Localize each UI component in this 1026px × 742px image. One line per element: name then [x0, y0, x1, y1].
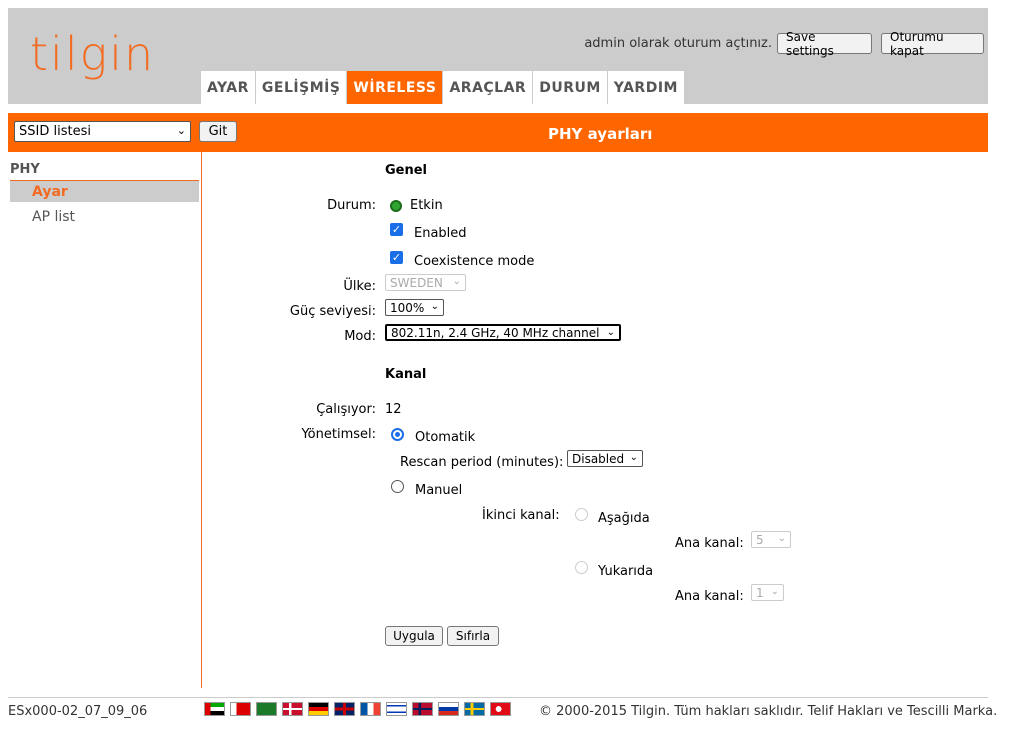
flag-israel-icon[interactable]	[386, 702, 407, 716]
logged-in-text: admin olarak oturum açtınız.	[584, 36, 772, 51]
page-title: PHY ayarları	[548, 125, 653, 143]
flag-russia-icon[interactable]	[438, 702, 459, 716]
firmware-version: ESx000-02_07_09_06	[8, 704, 148, 719]
footer-divider	[8, 697, 988, 698]
above-label: Yukarıda	[598, 564, 654, 579]
flag-norway-icon[interactable]	[412, 702, 433, 716]
ssid-select-value: SSID listesi	[19, 124, 91, 139]
flag-france-icon[interactable]	[360, 702, 381, 716]
flag-bahrain-icon[interactable]	[230, 702, 251, 716]
second-channel-label: İkinci kanal:	[482, 508, 560, 523]
main-channel-below-select: 5 ⌄	[751, 531, 791, 548]
general-heading: Genel	[385, 163, 428, 178]
header: tilgin admin olarak oturum açtınız. Save…	[8, 8, 988, 104]
language-flags	[204, 702, 511, 716]
below-label: Aşağıda	[598, 511, 650, 526]
country-value: SWEDEN	[390, 275, 443, 290]
sidebar-item-ayar[interactable]: Ayar	[10, 180, 199, 202]
power-label: Güç seviyesi:	[289, 304, 376, 319]
power-value: 100%	[390, 300, 425, 315]
mode-label: Mod:	[344, 329, 376, 344]
country-label: Ülke:	[343, 279, 376, 294]
coexistence-label: Coexistence mode	[414, 254, 535, 269]
chevron-down-icon: ⌄	[629, 452, 638, 463]
chevron-down-icon: ⌄	[770, 586, 779, 597]
chevron-down-icon: ⌄	[777, 533, 786, 544]
running-value: 12	[385, 402, 402, 417]
enabled-label: Enabled	[414, 226, 467, 241]
above-radio	[575, 561, 588, 574]
tab-wireless[interactable]: WİRELESS	[346, 71, 443, 104]
flag-sweden-icon[interactable]	[464, 702, 485, 716]
reset-button[interactable]: Sıfırla	[447, 626, 499, 646]
sidebar-item-ap-list[interactable]: AP list	[32, 209, 75, 225]
status-label: Durum:	[327, 198, 376, 213]
ssid-list-select[interactable]: SSID listesi ⌄	[14, 121, 191, 142]
country-select: SWEDEN ⌄	[385, 274, 466, 291]
sidebar: PHY Ayar AP list	[8, 152, 202, 688]
chevron-down-icon: ⌄	[452, 276, 461, 287]
main-channel-above-value: 1	[756, 585, 764, 600]
rescan-select[interactable]: Disabled ⌄	[567, 450, 643, 467]
running-label: Çalışıyor:	[316, 402, 376, 417]
coexistence-checkbox[interactable]: ✓	[390, 251, 403, 264]
apply-button[interactable]: Uygula	[385, 626, 443, 646]
chevron-down-icon: ⌄	[606, 327, 615, 338]
auto-radio[interactable]	[391, 428, 404, 441]
tab-ayar[interactable]: AYAR	[200, 71, 255, 104]
tab-araclar[interactable]: ARAÇLAR	[442, 71, 532, 104]
status-ok-icon	[390, 200, 402, 212]
enabled-checkbox[interactable]: ✓	[390, 223, 403, 236]
auto-label: Otomatik	[415, 430, 476, 445]
copyright-text: © 2000-2015 Tilgin. Tüm hakları saklıdır…	[539, 704, 998, 719]
flag-germany-icon[interactable]	[308, 702, 329, 716]
sidebar-heading: PHY	[10, 162, 40, 177]
mode-select[interactable]: 802.11n, 2.4 GHz, 40 MHz channel ⌄	[385, 324, 621, 341]
logout-button[interactable]: Oturumu kapat	[881, 30, 984, 58]
rescan-value: Disabled	[572, 451, 625, 466]
flag-uae-icon[interactable]	[204, 702, 225, 716]
manual-label: Manuel	[415, 483, 463, 498]
tab-durum[interactable]: DURUM	[532, 71, 607, 104]
status-value: Etkin	[410, 198, 443, 213]
main-nav: AYAR GELİŞMİŞ WİRELESS ARAÇLAR DURUM YAR…	[200, 71, 685, 104]
main-channel-below-label: Ana kanal:	[675, 536, 744, 551]
rescan-label: Rescan period (minutes):	[400, 455, 564, 470]
flag-denmark-icon[interactable]	[282, 702, 303, 716]
save-settings-button[interactable]: Save settings	[777, 30, 872, 58]
main-channel-above-label: Ana kanal:	[675, 589, 744, 604]
flag-uk-icon[interactable]	[334, 702, 355, 716]
channel-heading: Kanal	[385, 367, 427, 382]
mode-value: 802.11n, 2.4 GHz, 40 MHz channel	[391, 325, 600, 340]
main-channel-below-value: 5	[756, 532, 764, 547]
flag-turkey-icon[interactable]	[490, 702, 511, 716]
go-button[interactable]: Git	[199, 121, 237, 142]
main-channel-above-select: 1 ⌄	[751, 584, 784, 601]
manual-radio[interactable]	[391, 480, 404, 493]
below-radio	[575, 508, 588, 521]
tab-yardim[interactable]: YARDIM	[606, 71, 685, 104]
tab-gelismis[interactable]: GELİŞMİŞ	[254, 71, 347, 104]
flag-saudi-icon[interactable]	[256, 702, 277, 716]
chevron-down-icon: ⌄	[176, 124, 186, 137]
chevron-down-icon: ⌄	[430, 301, 439, 312]
power-select[interactable]: 100% ⌄	[385, 299, 444, 316]
admin-label: Yönetimsel:	[301, 427, 376, 442]
toolbar: SSID listesi ⌄ Git PHY ayarları	[8, 113, 988, 152]
tilgin-logo: tilgin	[30, 27, 156, 81]
